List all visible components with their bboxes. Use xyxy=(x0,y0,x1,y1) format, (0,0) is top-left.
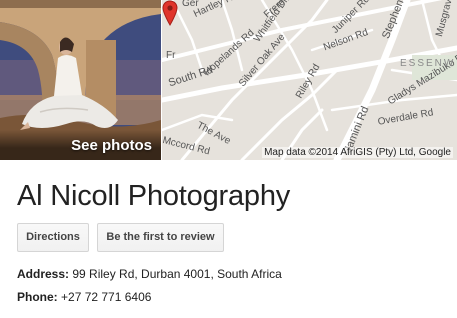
address-value[interactable]: 99 Riley Rd, Durban 4001, South Africa xyxy=(72,267,281,281)
write-review-button[interactable]: Be the first to review xyxy=(97,223,224,252)
place-card: See photos Hartley Rd South Rd Hopelands… xyxy=(0,0,457,318)
map-pin-icon[interactable] xyxy=(162,0,178,26)
location-map[interactable]: Hartley Rd South Rd Hopelands Rd Silver … xyxy=(162,0,457,160)
phone-value[interactable]: +27 72 771 6406 xyxy=(61,290,151,304)
map-street-label: Ger xyxy=(182,0,199,9)
map-attribution[interactable]: Map data ©2014 AfriGIS (Pty) Ltd, Google xyxy=(262,147,453,158)
business-name: Al Nicoll Photography xyxy=(17,180,291,212)
phone-key: Phone: xyxy=(17,290,58,304)
map-street-label: Fr xyxy=(166,50,176,61)
address-key: Address: xyxy=(17,267,70,281)
phone-row: Phone: +27 72 771 6406 xyxy=(17,290,151,304)
media-strip: See photos Hartley Rd South Rd Hopelands… xyxy=(0,0,457,160)
business-photo[interactable]: See photos xyxy=(0,0,161,160)
map-district-label: ESSENW xyxy=(400,58,456,69)
address-row: Address: 99 Riley Rd, Durban 4001, South… xyxy=(17,267,282,281)
see-photos-overlay[interactable]: See photos xyxy=(0,130,161,160)
directions-button[interactable]: Directions xyxy=(17,223,89,252)
see-photos-label: See photos xyxy=(71,137,152,154)
